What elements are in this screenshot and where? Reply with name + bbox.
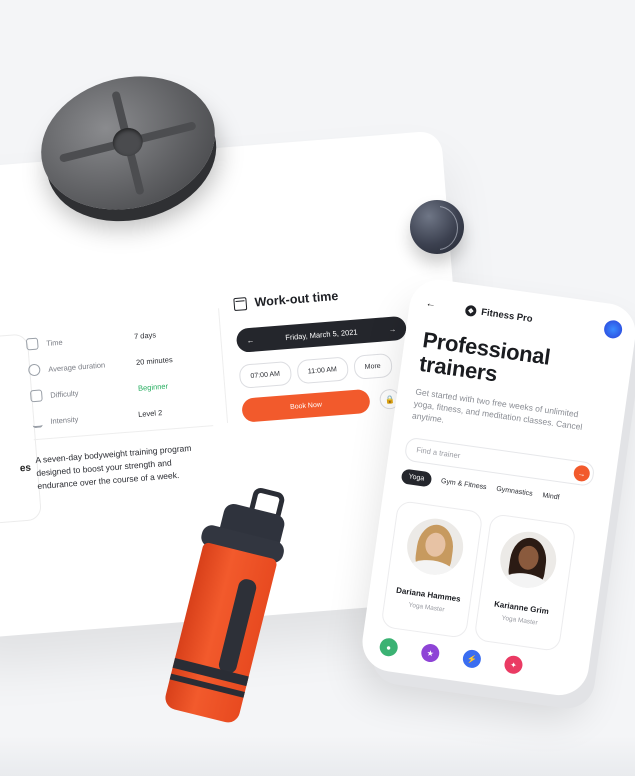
tab-gym-fitness[interactable]: Gym & Fitness [441, 478, 487, 491]
stat-value: 20 minutes [135, 354, 173, 367]
tab-mindfulness[interactable]: Mindf [542, 492, 560, 501]
tennis-ball-image [410, 200, 464, 254]
brand-logo-icon: ❖ [464, 304, 478, 318]
book-now-button[interactable]: Book Now [241, 388, 371, 423]
stat-label: Intensity [49, 414, 79, 426]
workout-title-row: Work-out time [233, 284, 404, 311]
stat-value: Beginner [137, 381, 169, 393]
tab-yoga[interactable]: Yoga [400, 468, 433, 488]
stat-value: 7 days [133, 329, 157, 341]
gauge-icon [29, 389, 43, 403]
clock-icon [25, 337, 39, 351]
stats-list: Time 7 days Average duration 20 minutes … [25, 319, 217, 493]
avatar[interactable] [602, 319, 624, 340]
bottle-body [162, 541, 278, 725]
brand: ❖ Fitness Pro [464, 304, 534, 325]
brand-name: Fitness Pro [480, 306, 534, 325]
calendar-icon [233, 296, 248, 311]
arrow-right-icon[interactable]: → [572, 464, 591, 483]
back-arrow-icon[interactable]: ← [425, 298, 436, 310]
vertical-divider [218, 308, 229, 423]
page-title: Professional trainers [418, 327, 552, 393]
time-option-0700[interactable]: 07:00 AM [238, 360, 292, 389]
trainer-card[interactable]: Karianne Grim Yoga Master [473, 513, 577, 652]
user-icon[interactable]: ● [378, 637, 399, 658]
trainer-card[interactable]: Dariana Hammes Yoga Master [380, 500, 484, 639]
more-times-button[interactable]: More [352, 352, 393, 380]
stat-label: Average duration [47, 359, 106, 374]
footprints-icon[interactable]: ✦ [503, 654, 524, 675]
tab-gymnastics[interactable]: Gymnastics [496, 486, 533, 498]
program-description: A seven-day bodyweight training program … [34, 442, 192, 492]
book-row: Book Now 🔒 [241, 385, 412, 423]
page-subtitle: Get started with two free weeks of unlim… [411, 386, 584, 432]
stat-value: Level 2 [137, 407, 163, 419]
timer-icon [27, 363, 41, 377]
trainer-photo [496, 528, 560, 592]
date-selector[interactable]: ← Friday, March 5, 2021 → [235, 315, 408, 353]
workout-time-panel: Work-out time ← Friday, March 5, 2021 → … [233, 284, 412, 423]
selected-date: Friday, March 5, 2021 [284, 326, 358, 342]
time-options: 07:00 AM 11:00 AM More [238, 352, 410, 389]
bolt-icon[interactable]: ⚡ [461, 648, 483, 670]
stat-label: Difficulty [49, 388, 79, 400]
trainer-photo [403, 515, 467, 579]
medal-icon[interactable]: ★ [420, 642, 441, 664]
workout-title: Work-out time [254, 288, 339, 310]
bars-icon [31, 415, 43, 429]
time-option-1100[interactable]: 11:00 AM [295, 356, 349, 385]
side-panel-text: es [19, 462, 32, 475]
arrow-left-icon[interactable]: ← [246, 335, 254, 345]
arrow-right-icon[interactable]: → [388, 324, 396, 334]
stat-label: Time [45, 337, 63, 348]
floor-shadow [0, 736, 635, 776]
search-input[interactable]: Find a trainer [416, 445, 461, 460]
